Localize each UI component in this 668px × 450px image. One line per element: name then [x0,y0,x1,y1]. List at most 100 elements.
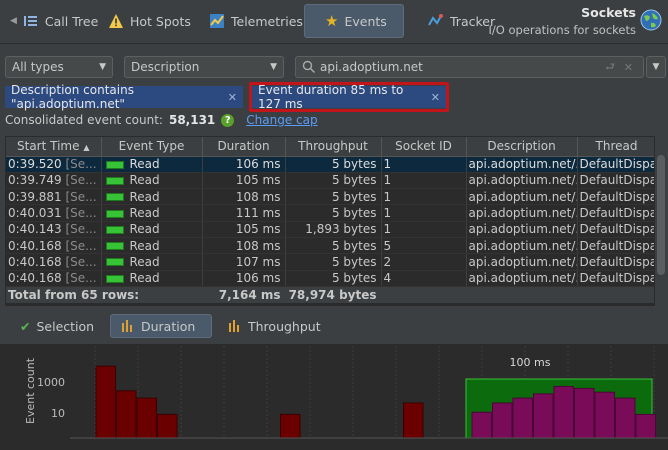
cell-start-time: 0:40.143 [Se... [6,221,102,238]
column-header-throughput[interactable]: Throughput [285,137,382,157]
histogram-bar-selected [512,397,533,439]
table-row[interactable]: 0:39.520 [Se... Read 106 ms 5 bytes 1 api.ado… [6,156,654,173]
cell-start-time: 0:39.520 [Se... [6,156,102,173]
cell-description: api.adoptium.net/... [466,156,578,173]
histogram-bar-selected [492,402,513,439]
event-count-label: Consolidated event count: [5,113,163,127]
cell-event-type: Read [101,204,203,222]
cell-duration: 105 ms [202,221,286,238]
highlight-outline [249,82,449,112]
cell-description: api.adoptium.net/... [466,204,578,222]
telemetry-icon [210,14,224,28]
change-cap-link[interactable]: Change cap [246,113,317,127]
read-event-icon [105,274,124,283]
table-row[interactable]: 0:39.749 [Se... Read 105 ms 5 bytes 1 api.ado… [6,172,654,190]
table-scrollbar-thumb[interactable] [657,155,665,275]
event-type-combo[interactable]: All types ▼ [5,56,113,78]
replace-icon[interactable]: ⮐ [605,58,615,77]
histogram-bar [403,402,424,439]
table-row[interactable]: 0:40.168 [Se... Read 108 ms 5 bytes 5 api.ado… [6,237,654,255]
column-header-description[interactable]: Description [466,137,578,157]
cell-throughput: 5 bytes [285,188,382,206]
call-tree-button[interactable]: ◀ Call Tree [2,4,106,38]
table-total-row: Total from 65 rows: 7,164 ms 78,974 bytes [6,285,654,303]
duration-histogram[interactable]: Event count 1000 10 100 ms [0,344,668,450]
cell-throughput: 5 bytes [285,270,382,287]
telemetries-button[interactable]: Telemetries [201,4,311,38]
chevron-down-icon: ▼ [99,62,106,72]
hot-spots-label: Hot Spots [130,13,191,29]
events-button[interactable]: ★ Events [304,4,404,38]
tab-duration[interactable]: Duration [110,314,212,338]
cell-event-type: Read [101,270,203,287]
cell-throughput: 5 bytes [285,253,382,271]
table-header-row: Start Time ▲ Event Type Duration Through… [6,137,654,157]
histogram-bar [157,413,178,439]
cell-duration: 108 ms [202,188,286,206]
column-header-event-type[interactable]: Event Type [101,137,203,157]
histogram-bar-selected [471,411,492,439]
histogram-range-label: 100 ms [510,356,551,369]
call-tree-icon [23,16,37,26]
cell-event-type: Read [101,237,203,255]
table-row[interactable]: 0:40.143 [Se... Read 105 ms 1,893 bytes 1 api… [6,221,654,238]
read-event-icon [105,209,124,218]
tab-selection-label: Selection [36,318,95,334]
view-subtitle: I/O operations for sockets [488,23,636,37]
read-event-icon [105,160,124,169]
cell-start-time: 0:40.168 [Se... [6,237,102,255]
read-event-icon [105,193,124,202]
analysis-tabs: ✔ Selection Duration Throughput [0,314,668,340]
histogram-ylabel: Event count [24,357,37,424]
column-header-duration[interactable]: Duration [202,137,286,157]
cell-thread: DefaultDispa... [577,204,654,222]
filter-field-combo[interactable]: Description ▼ [124,56,284,78]
column-header-thread[interactable]: Thread [577,137,654,157]
column-header-socket-id[interactable]: Socket ID [381,137,467,157]
cell-throughput: 5 bytes [285,172,382,190]
column-header-start-time[interactable]: Start Time ▲ [6,137,102,157]
cell-socket-id: 1 [381,188,467,206]
cell-throughput: 5 bytes [285,204,382,222]
filter-chip-description-label: Description contains "api.adoptium.net" [11,83,134,111]
search-input[interactable]: api.adoptium.net ⮐ ✕ [295,56,644,78]
cell-description: api.adoptium.net/... [466,253,578,271]
total-throughput: 78,974 bytes [285,285,382,303]
events-table: Start Time ▲ Event Type Duration Through… [5,136,655,306]
clear-icon[interactable]: ✕ [624,61,633,74]
table-row[interactable]: 0:40.168 [Se... Read 106 ms 5 bytes 4 api.ado… [6,270,654,287]
histogram-bar-selected [594,391,615,439]
tab-throughput[interactable]: Throughput [218,314,331,338]
histogram-bar-selected [553,385,574,439]
histogram-bar [95,365,116,439]
table-row[interactable]: 0:40.168 [Se... Read 107 ms 5 bytes 2 api.ado… [6,253,654,271]
cell-description: api.adoptium.net/... [466,270,578,287]
help-icon[interactable]: ? [221,113,235,127]
telemetries-label: Telemetries [231,13,303,29]
search-options-button[interactable]: ▼ [646,56,666,78]
view-title: Sockets [581,5,636,20]
cell-throughput: 5 bytes [285,156,382,173]
table-row[interactable]: 0:39.881 [Se... Read 108 ms 5 bytes 1 api.ado… [6,188,654,206]
read-event-icon [105,225,124,234]
search-input-value: api.adoptium.net [320,60,423,74]
tab-selection[interactable]: ✔ Selection [10,314,104,338]
histogram-plot[interactable]: Event count 1000 10 100 ms [0,344,668,450]
cell-description: api.adoptium.net/... [466,188,578,206]
table-row[interactable]: 0:40.031 [Se... Read 111 ms 5 bytes 1 api.ado… [6,204,654,222]
histogram-bar-selected [615,397,636,439]
cell-socket-id: 1 [381,221,467,238]
events-label: Events [344,13,387,29]
total-label: Total from 65 rows: [6,285,203,303]
histogram-ytick: 10 [51,407,65,420]
hot-spots-button[interactable]: Hot Spots [100,4,199,38]
cell-start-time: 0:40.031 [Se... [6,204,102,222]
cell-socket-id: 5 [381,237,467,255]
cell-duration: 106 ms [202,156,286,173]
warning-icon [109,14,123,28]
cell-description: api.adoptium.net/... [466,237,578,255]
close-icon[interactable]: ✕ [228,91,237,104]
cell-thread: DefaultDispa... [577,270,654,287]
filter-chip-description[interactable]: Description contains "api.adoptium.net" … [5,83,243,111]
filter-field-combo-value: Description [131,60,200,74]
